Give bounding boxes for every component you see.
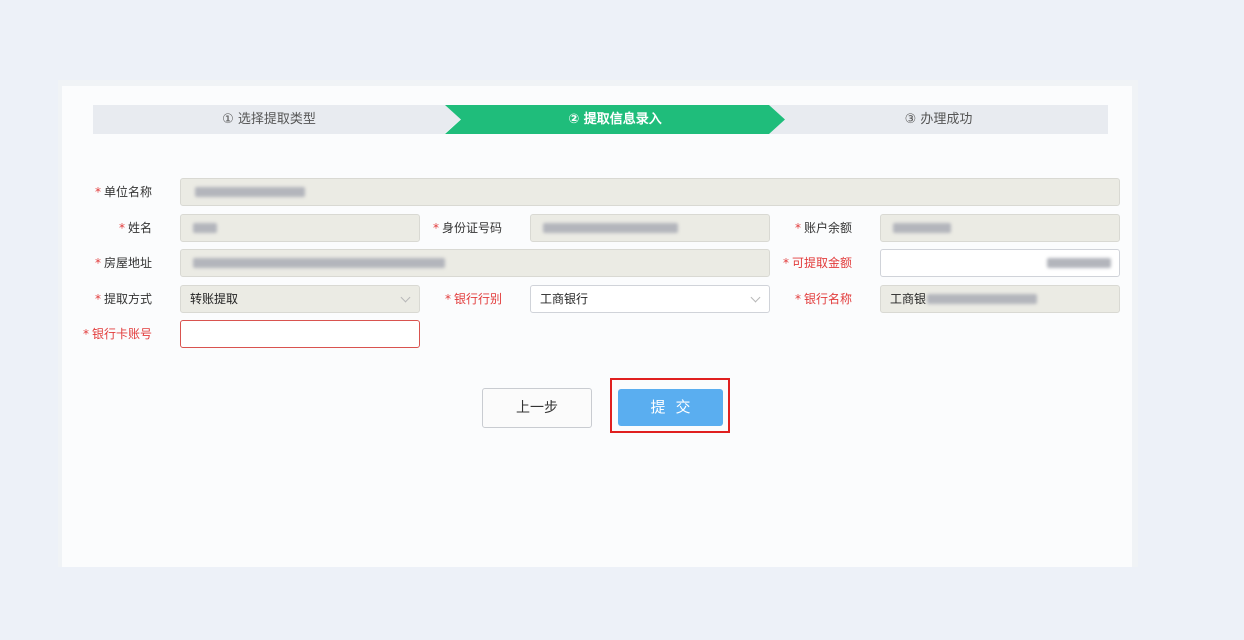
name-field	[180, 214, 420, 242]
redacted-value	[893, 223, 951, 233]
form-panel-inner: ① 选择提取类型 ③ 办理成功 ② 提取信息录入 * 单位名称 * 姓名 * 身份证号…	[62, 86, 1132, 567]
account-balance-label: * 账户余额	[794, 221, 852, 235]
address-label: * 房屋地址	[94, 256, 152, 270]
form-panel: ① 选择提取类型 ③ 办理成功 ② 提取信息录入 * 单位名称 * 姓名 * 身份证号…	[58, 80, 1138, 567]
chevron-down-icon	[750, 292, 761, 303]
bank-name-value: 工商银	[890, 292, 927, 306]
account-balance-field	[880, 214, 1120, 242]
redacted-value	[1047, 258, 1111, 268]
withdraw-method-label: * 提取方式	[94, 292, 152, 306]
unit-name-label: * 单位名称	[94, 185, 152, 199]
redacted-value	[193, 258, 445, 268]
card-number-label: * 银行卡账号	[82, 327, 152, 341]
id-number-field	[530, 214, 770, 242]
chevron-down-icon	[400, 292, 411, 303]
bank-name-field: 工商银	[880, 285, 1120, 313]
card-number-input[interactable]	[180, 320, 420, 348]
withdrawable-amount-input[interactable]	[880, 249, 1120, 277]
bank-type-label: * 银行行别	[444, 292, 502, 306]
address-field	[180, 249, 770, 277]
submit-highlight-box: 提交	[610, 378, 730, 433]
redacted-value	[543, 223, 678, 233]
submit-button[interactable]: 提交	[618, 389, 723, 426]
prev-step-button[interactable]: 上一步	[482, 388, 592, 428]
bank-name-label: * 银行名称	[794, 292, 852, 306]
redacted-value	[193, 223, 217, 233]
step-success: ③ 办理成功	[769, 105, 1108, 134]
bank-type-value: 工商银行	[540, 292, 589, 306]
step-progress: ① 选择提取类型 ③ 办理成功 ② 提取信息录入	[93, 105, 1108, 134]
id-number-label: * 身份证号码	[432, 221, 502, 235]
redacted-value	[195, 187, 305, 197]
withdrawable-amount-label: * 可提取金额	[782, 256, 852, 270]
step-info-entry: ② 提取信息录入	[445, 105, 785, 134]
redacted-value	[927, 294, 1037, 304]
unit-name-field	[180, 178, 1120, 206]
withdraw-method-value: 转账提取	[190, 292, 239, 306]
name-label: * 姓名	[118, 221, 152, 235]
step-select-type: ① 选择提取类型	[93, 105, 445, 134]
withdraw-method-select[interactable]: 转账提取	[180, 285, 420, 313]
bank-type-select[interactable]: 工商银行	[530, 285, 770, 313]
